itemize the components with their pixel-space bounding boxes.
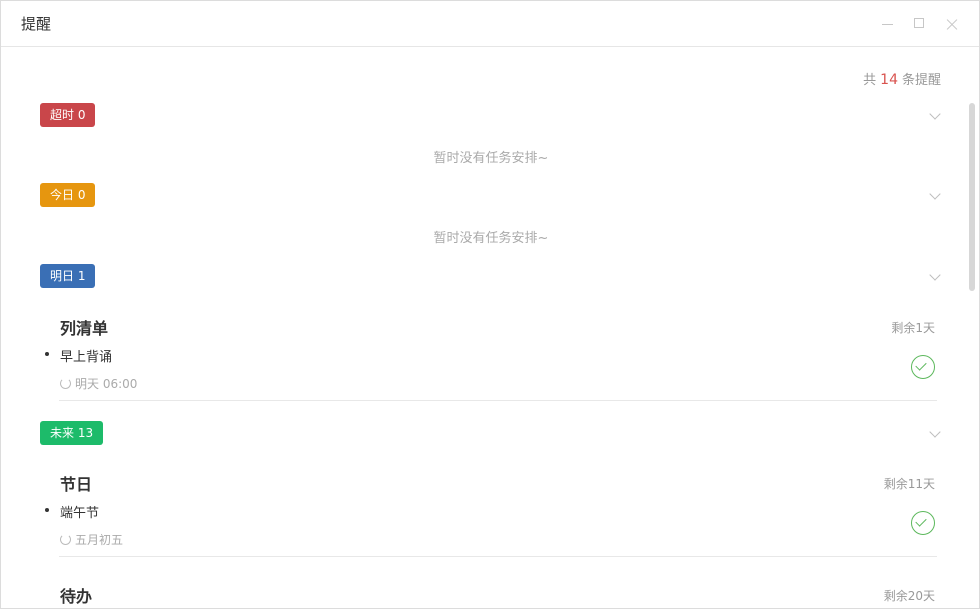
chevron-down-icon[interactable] [929,110,941,122]
window-title: 提醒 [21,15,52,33]
repeat-icon [60,378,71,389]
group-badge-tomorrow[interactable]: 明日 1 [40,264,96,288]
group-badge-today[interactable]: 今日 0 [40,183,96,207]
scrollbar[interactable] [969,103,975,291]
summary-prefix: 共 [863,73,877,88]
card-title: 列清单 [60,319,109,338]
maximize-icon[interactable] [908,13,930,35]
close-icon[interactable] [941,13,963,35]
reminder-time-text: 明天 06:00 [75,377,138,391]
reminder-time: 五月初五 [60,531,123,548]
reminder-summary: 共 14 条提醒 [863,69,941,88]
repeat-icon [60,534,71,545]
chevron-down-icon[interactable] [929,271,941,283]
card-title: 待办 [60,587,93,606]
reminder-item: 端午节 [60,506,100,521]
reminder-time: 明天 06:00 [60,375,137,392]
bullet [45,352,49,356]
divider [59,556,937,557]
group-badge-future[interactable]: 未来 13 [40,421,104,445]
card-title: 节日 [60,475,93,494]
check-circle-icon[interactable] [911,355,935,379]
group-badge-overdue[interactable]: 超时 0 [40,103,96,127]
chevron-down-icon[interactable] [929,190,941,202]
empty-message-overdue: 暂时没有任务安排~ [433,151,549,166]
reminder-count: 14 [880,72,898,88]
divider [59,400,937,401]
bullet [45,508,49,512]
remaining-days: 剩余11天 [883,477,935,491]
remaining-days: 剩余1天 [891,321,935,335]
check-circle-icon[interactable] [911,511,935,535]
title-bar: 提醒 [1,1,979,47]
remaining-days: 剩余20天 [883,589,935,603]
reminder-item: 早上背诵 [60,350,113,365]
minimize-icon[interactable] [876,13,898,35]
chevron-down-icon[interactable] [929,428,941,440]
summary-suffix: 条提醒 [901,73,941,88]
reminder-time-text: 五月初五 [75,533,124,547]
empty-message-today: 暂时没有任务安排~ [433,231,549,246]
reminder-window: 提醒 共 14 条提醒 超时 0 暂时没有任务安排~ 今日 0 暂时没有任务安排~ … [0,0,980,609]
